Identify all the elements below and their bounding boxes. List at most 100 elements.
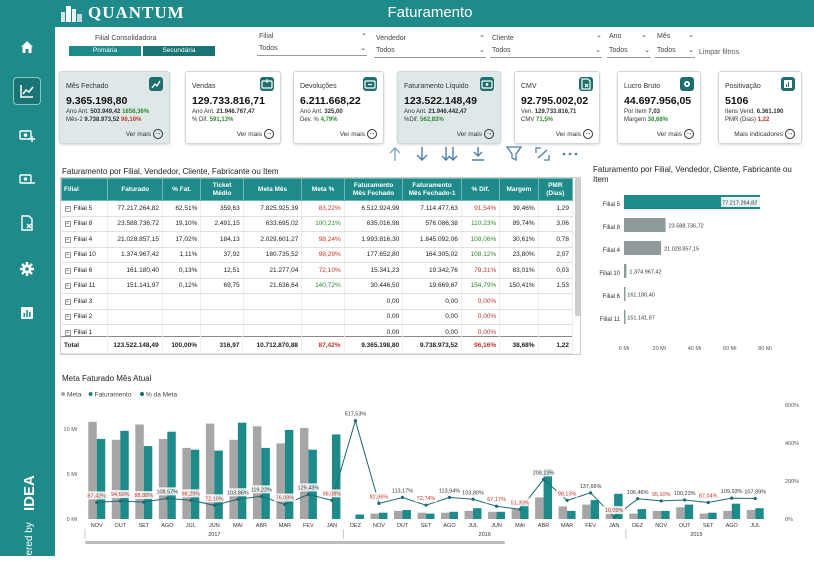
meta-pct-point[interactable] — [165, 496, 169, 500]
faturamento-bar[interactable] — [96, 438, 106, 519]
faturamento-bar[interactable] — [590, 500, 600, 519]
cash-icon[interactable] — [260, 77, 274, 91]
filial-bar[interactable] — [624, 264, 627, 278]
gear-icon[interactable] — [680, 77, 694, 91]
home-icon[interactable] — [14, 34, 40, 60]
kpi-card-5[interactable]: CMV 92.795.002,02 Ven. 129.733.816,71 CMV … — [514, 71, 600, 144]
meta-pct-point[interactable] — [212, 503, 216, 507]
meta-pct-point[interactable] — [189, 498, 193, 502]
trend-icon[interactable] — [149, 77, 163, 91]
column-header[interactable]: Faturamento Mês Fechado-1 — [402, 178, 462, 201]
meta-bar[interactable] — [276, 443, 285, 519]
more-options-icon[interactable] — [562, 152, 578, 156]
see-more-link[interactable]: Ver mais → — [237, 129, 274, 139]
vendedor-select[interactable]: Todos ⌄ — [374, 47, 486, 58]
faturamento-bar[interactable] — [214, 450, 223, 519]
expand-plus-icon[interactable]: + — [64, 298, 71, 305]
kpi-card-6[interactable]: Lucro Bruto 44.697.956,05 Por Item 7,03 Ma… — [617, 71, 701, 144]
table-row[interactable]: + Filial 4 21.028.857,15 17,02% 184,13 2.029.… — [61, 231, 574, 248]
filter-icon[interactable] — [505, 146, 523, 162]
meta-pct-point[interactable] — [659, 499, 663, 503]
sales-chart-icon[interactable] — [13, 77, 41, 105]
cliente-select[interactable]: Todos ⌄ — [490, 47, 602, 58]
column-header[interactable]: Ticket Médio — [200, 178, 244, 201]
meta-pct-point[interactable] — [236, 497, 240, 501]
expand-plus-icon[interactable]: + — [64, 283, 71, 290]
meta-pct-point[interactable] — [306, 492, 311, 497]
faturamento-bar[interactable] — [378, 512, 388, 519]
cmv-document-icon[interactable] — [579, 77, 593, 91]
expand-plus-icon[interactable]: + — [64, 205, 71, 212]
faturamento-bar[interactable] — [520, 504, 529, 519]
meta-pct-point[interactable] — [518, 507, 522, 511]
table-row[interactable]: + Filial 3 0,00 0,00 0,00% — [61, 293, 574, 310]
faturamento-bar[interactable] — [684, 504, 694, 519]
meta-bar[interactable] — [723, 510, 732, 519]
meta-pct-point[interactable] — [589, 491, 593, 495]
mes-select[interactable]: Todos ⌄ — [655, 47, 695, 58]
add-money-icon[interactable] — [14, 122, 40, 148]
table-scrollbar[interactable] — [575, 178, 580, 316]
gear-icon[interactable] — [14, 256, 40, 282]
meta-pct-point[interactable] — [400, 495, 405, 500]
filial-bar[interactable] — [624, 218, 666, 232]
kpi-card-7[interactable]: Positivação 5106 Itens Vend. 6.361.190 PMR… — [718, 71, 802, 144]
table-row[interactable]: + Filial 2 0,00 0,00 0,00% — [61, 309, 574, 325]
drill-up-icon[interactable] — [389, 147, 401, 161]
faturamento-bar[interactable] — [473, 508, 482, 519]
meta-pct-point[interactable] — [424, 503, 428, 507]
secundaria-toggle[interactable]: Secundária — [143, 46, 215, 56]
faturamento-bar[interactable] — [755, 508, 764, 519]
meta-bar[interactable] — [629, 513, 638, 519]
meta-pct-point[interactable] — [377, 501, 381, 505]
column-header[interactable]: Meta % — [301, 178, 345, 201]
kpi-card-2[interactable]: Vendas 129.733.816,71 Ano Ant. 21.946.767,… — [185, 71, 281, 144]
faturamento-bar[interactable] — [261, 447, 270, 519]
faturamento-bar[interactable] — [426, 513, 435, 519]
meta-bar[interactable] — [676, 507, 685, 519]
expand-plus-icon[interactable]: + — [64, 236, 71, 243]
drill-down-icon[interactable] — [416, 147, 428, 161]
faturamento-bar[interactable] — [449, 511, 458, 519]
kpi-card-4[interactable]: Faturamento Líquido 123.522.148,49 Ano Ant… — [397, 71, 501, 144]
meta-bar[interactable] — [464, 510, 474, 519]
see-more-link[interactable]: Ver mais → — [457, 129, 494, 139]
see-more-link[interactable]: Mais indicadores → — [734, 129, 795, 139]
document-cancel-icon[interactable] — [14, 210, 40, 236]
primaria-toggle[interactable]: Primária — [69, 46, 141, 56]
meta-pct-point[interactable] — [683, 498, 687, 502]
meta-pct-point[interactable] — [118, 499, 122, 503]
meta-pct-point[interactable] — [330, 498, 334, 502]
meta-bar[interactable] — [488, 511, 497, 519]
table-row[interactable]: + Filial 8 23.588.736,72 19,10% 2.491,15 633.… — [61, 216, 574, 232]
expand-plus-icon[interactable]: + — [64, 329, 71, 336]
column-header[interactable]: Meta Mês — [242, 178, 303, 201]
column-header[interactable]: % Fat. — [161, 178, 202, 201]
meta-bar[interactable] — [652, 510, 662, 519]
returns-icon[interactable] — [363, 77, 377, 91]
faturamento-bar[interactable] — [496, 511, 506, 519]
see-more-link[interactable]: Ver mais → — [657, 129, 694, 139]
meta-bar[interactable] — [299, 428, 309, 519]
meta-pct-point[interactable] — [494, 504, 499, 508]
ano-select[interactable]: Todos ⌄ — [607, 47, 651, 58]
faturamento-bar[interactable] — [190, 449, 200, 519]
column-header[interactable]: PMR (Dias) — [537, 178, 574, 201]
meta-pct-point[interactable] — [706, 500, 710, 505]
meta-bar[interactable] — [746, 510, 756, 519]
meta-pct-point[interactable] — [565, 498, 569, 502]
faturamento-bar[interactable] — [143, 446, 153, 519]
chart-scrollbar[interactable] — [85, 541, 505, 544]
meta-bar[interactable] — [182, 447, 191, 519]
meta-pct-point[interactable] — [283, 502, 287, 507]
expand-all-down-icon[interactable] — [441, 147, 458, 161]
column-header[interactable]: Filial — [61, 178, 109, 201]
meta-pct-point[interactable] — [353, 419, 358, 423]
faturamento-bar[interactable] — [637, 509, 647, 519]
meta-bar[interactable] — [394, 510, 403, 519]
meta-pct-point[interactable] — [259, 494, 263, 498]
column-header[interactable]: Faturado — [107, 178, 163, 201]
remove-money-icon[interactable] — [14, 166, 40, 192]
meta-bar[interactable] — [511, 509, 521, 519]
see-more-link[interactable]: Ver mais → — [556, 129, 593, 139]
